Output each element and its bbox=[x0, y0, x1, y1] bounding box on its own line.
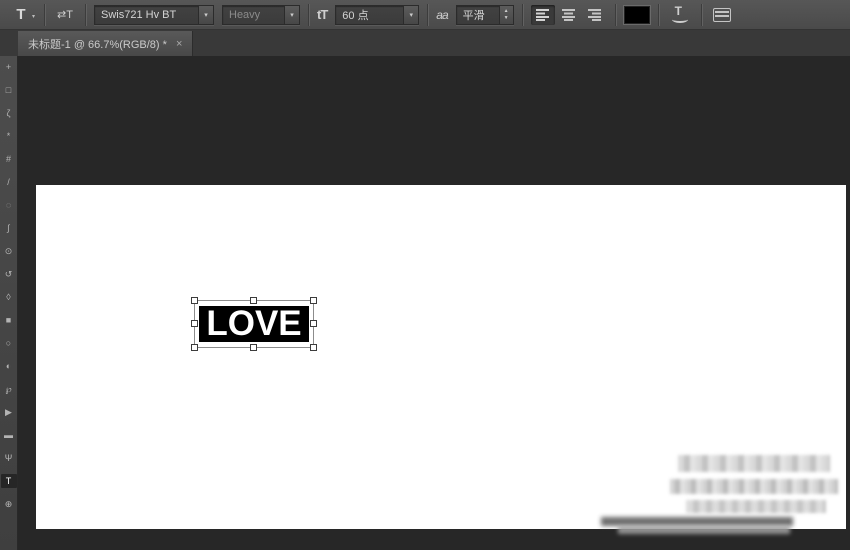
preset-dropdown-arrow-icon: ▾ bbox=[31, 13, 35, 20]
spinner-icon: ▲ ▼ bbox=[498, 5, 513, 24]
separator bbox=[657, 3, 659, 26]
transform-handle-s[interactable] bbox=[250, 344, 257, 351]
zoom-tool[interactable]: ⊕ bbox=[1, 497, 17, 511]
separator bbox=[44, 3, 45, 26]
anti-alias-value: 平滑 bbox=[462, 9, 485, 22]
align-center-button[interactable] bbox=[557, 5, 581, 25]
font-family-dropdown[interactable]: Swis721 Hv BT ▾ bbox=[94, 4, 214, 25]
spinner-up-icon: ▲ bbox=[503, 8, 509, 14]
anti-alias-icon: aa bbox=[436, 7, 448, 22]
gradient-tool[interactable]: ■ bbox=[1, 313, 17, 327]
dodge-tool[interactable]: ◐ bbox=[1, 359, 17, 373]
chevron-down-icon: ▾ bbox=[284, 5, 299, 24]
close-tab-icon[interactable]: × bbox=[176, 38, 182, 50]
separator bbox=[521, 3, 523, 26]
shape-tool[interactable]: ▬ bbox=[1, 428, 17, 442]
healing-brush-tool[interactable]: ◌ bbox=[1, 198, 17, 212]
tool-bar: + □ ζ * # / ◌ ∫ ⊙ ↺ ◊ ■ ○ ◐ ℘ ▶ ▬ Ψ T ⊕ bbox=[0, 56, 18, 550]
watermark-smudge bbox=[601, 517, 793, 526]
chevron-down-icon: ▾ bbox=[403, 5, 419, 24]
separator bbox=[308, 3, 309, 26]
font-size-dropdown[interactable]: 60 点 ▾ bbox=[335, 4, 420, 25]
selected-text[interactable]: LOVE bbox=[199, 304, 309, 343]
blur-tool[interactable]: ○ bbox=[1, 336, 17, 350]
text-orientation-toggle-icon[interactable]: ⇄T bbox=[53, 4, 77, 26]
text-color-swatch[interactable] bbox=[623, 5, 650, 24]
transform-handle-e[interactable] bbox=[310, 320, 317, 327]
font-family-value: Swis721 Hv BT bbox=[101, 8, 177, 21]
font-style-value: Heavy bbox=[229, 8, 261, 21]
clone-stamp-tool[interactable]: ⊙ bbox=[1, 244, 17, 258]
warp-arc-icon bbox=[671, 16, 688, 23]
type-tool[interactable]: T bbox=[0, 474, 17, 488]
separator bbox=[85, 3, 86, 26]
text-bounding-box[interactable]: LOVE bbox=[191, 297, 317, 351]
transform-handle-nw[interactable] bbox=[191, 297, 198, 304]
document-title: 未标题-1 @ 66.7%(RGB/8) * bbox=[28, 38, 167, 51]
transform-handle-se[interactable] bbox=[310, 344, 317, 351]
separator bbox=[427, 3, 429, 26]
panels-icon bbox=[712, 7, 731, 22]
type-tool-letter: T bbox=[16, 5, 26, 23]
marquee-tool[interactable]: □ bbox=[1, 83, 17, 97]
path-select-tool[interactable]: ▶ bbox=[1, 405, 17, 419]
transform-handle-w[interactable] bbox=[191, 320, 198, 327]
canvas-area: LOVE bbox=[18, 56, 850, 550]
eraser-tool[interactable]: ◊ bbox=[1, 290, 17, 304]
history-brush-tool[interactable]: ↺ bbox=[1, 267, 17, 281]
watermark-blur bbox=[670, 479, 838, 494]
separator bbox=[614, 3, 616, 26]
transform-handle-sw[interactable] bbox=[191, 344, 198, 351]
spinner-down-icon: ▼ bbox=[503, 15, 509, 21]
brush-tool[interactable]: ∫ bbox=[1, 221, 17, 235]
crop-tool[interactable]: # bbox=[1, 152, 17, 166]
quick-select-tool[interactable]: * bbox=[1, 129, 17, 143]
lasso-tool[interactable]: ζ bbox=[1, 106, 17, 120]
photoshop-window: T ▾ ⇄T Swis721 Hv BT ▾ Heavy ▾ tT 60 点 ▾… bbox=[0, 0, 850, 550]
align-right-icon bbox=[587, 9, 601, 21]
watermark-blur bbox=[678, 455, 830, 472]
align-left-button[interactable] bbox=[530, 4, 555, 25]
workspace: + □ ζ * # / ◌ ∫ ⊙ ↺ ◊ ■ ○ ◐ ℘ ▶ ▬ Ψ T ⊕ LOVE bbox=[0, 56, 850, 550]
toggle-panels-button[interactable] bbox=[710, 4, 734, 26]
align-left-icon bbox=[535, 9, 549, 21]
font-size-icon: tT bbox=[317, 7, 328, 22]
watermark-blur bbox=[686, 500, 826, 513]
transform-handle-ne[interactable] bbox=[310, 297, 317, 304]
pen-tool[interactable]: ℘ bbox=[1, 382, 17, 396]
alignment-group bbox=[530, 4, 607, 25]
warp-text-button[interactable]: T bbox=[667, 4, 693, 26]
separator bbox=[700, 3, 702, 26]
align-right-button[interactable] bbox=[583, 5, 607, 25]
eyedropper-tool[interactable]: / bbox=[1, 175, 17, 189]
chevron-down-icon: ▾ bbox=[198, 5, 213, 24]
options-bar: T ▾ ⇄T Swis721 Hv BT ▾ Heavy ▾ tT 60 点 ▾… bbox=[0, 0, 850, 30]
watermark-smudge bbox=[618, 526, 790, 534]
align-center-icon bbox=[561, 9, 575, 21]
document-tab-bar: 未标题-1 @ 66.7%(RGB/8) * × bbox=[0, 30, 850, 56]
type-tool-preset-icon[interactable]: T ▾ bbox=[6, 4, 36, 26]
font-size-value: 60 点 bbox=[342, 9, 369, 22]
anti-alias-dropdown[interactable]: 平滑 ▲ ▼ bbox=[455, 4, 514, 25]
font-style-dropdown[interactable]: Heavy ▾ bbox=[222, 4, 300, 25]
hand-tool[interactable]: Ψ bbox=[1, 451, 17, 465]
move-tool[interactable]: + bbox=[1, 60, 17, 74]
transform-handle-n[interactable] bbox=[250, 297, 257, 304]
document-tab[interactable]: 未标题-1 @ 66.7%(RGB/8) * × bbox=[18, 31, 194, 56]
document-canvas[interactable] bbox=[36, 185, 846, 529]
